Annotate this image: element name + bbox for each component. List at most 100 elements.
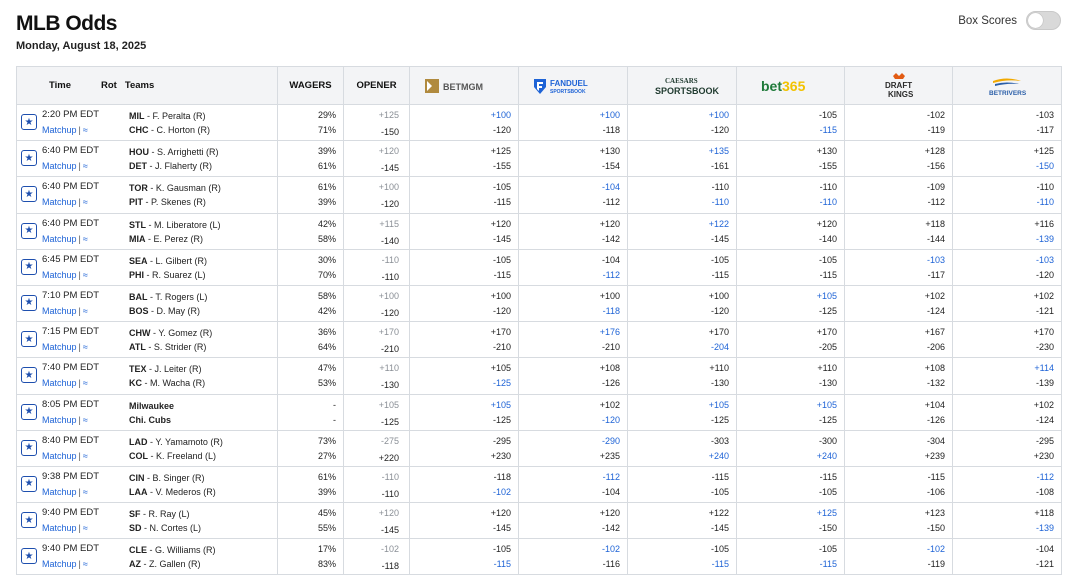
home-team[interactable]: Chi. Cubs — [129, 415, 171, 425]
matchup-link[interactable]: Matchup — [42, 342, 77, 352]
star-icon[interactable]: ★ — [21, 403, 37, 420]
odds-cell-bet365[interactable]: -105 -115 — [736, 538, 845, 576]
book-header-bet365[interactable]: bet365 — [736, 66, 845, 105]
matchup-link[interactable]: Matchup — [42, 234, 77, 244]
odds-cell-fanduel[interactable]: -102 -116 — [518, 538, 628, 576]
home-team[interactable]: DET - J. Flaherty (R) — [129, 161, 212, 171]
star-icon[interactable]: ★ — [21, 475, 37, 492]
odds-cell-draftkings[interactable]: +104 -126 — [844, 393, 953, 431]
matchup-link[interactable]: Matchup — [42, 523, 77, 533]
odds-cell-fanduel[interactable]: +100 -118 — [518, 284, 628, 323]
home-team[interactable]: PHI - R. Suarez (L) — [129, 270, 206, 280]
line-movement-icon[interactable]: ≈ — [83, 487, 88, 497]
away-team[interactable]: CLE - G. Williams (R) — [129, 545, 216, 555]
odds-cell-betrivers[interactable]: +116 -139 — [952, 212, 1062, 250]
matchup-link[interactable]: Matchup — [42, 161, 77, 171]
odds-cell-draftkings[interactable]: +167 -206 — [844, 321, 953, 359]
odds-cell-caesars[interactable]: +170 -204 — [627, 321, 737, 359]
odds-cell-betrivers[interactable]: +114 -139 — [952, 357, 1062, 395]
odds-cell-bet365[interactable]: +120 -140 — [736, 212, 845, 250]
odds-cell-draftkings[interactable]: +118 -144 — [844, 212, 953, 250]
matchup-link[interactable]: Matchup — [42, 270, 77, 280]
line-movement-icon[interactable]: ≈ — [83, 125, 88, 135]
home-team[interactable]: MIA - E. Perez (R) — [129, 234, 203, 244]
star-icon[interactable]: ★ — [21, 222, 37, 239]
odds-cell-caesars[interactable]: -110 -110 — [627, 176, 737, 214]
star-icon[interactable]: ★ — [21, 294, 37, 311]
odds-cell-betrivers[interactable]: +102 -121 — [952, 284, 1062, 323]
odds-cell-fanduel[interactable]: +108 -126 — [518, 357, 628, 395]
book-header-betmgm[interactable]: BETMGM — [409, 66, 519, 105]
odds-cell-betrivers[interactable]: +125 -150 — [952, 140, 1062, 178]
odds-cell-betmgm[interactable]: -105 -115 — [409, 248, 519, 286]
odds-cell-betrivers[interactable]: -104 -121 — [952, 538, 1062, 576]
odds-cell-betrivers[interactable]: +118 -139 — [952, 502, 1062, 540]
line-movement-icon[interactable]: ≈ — [83, 378, 88, 388]
header-wagers[interactable]: WAGERS — [277, 66, 344, 105]
away-team[interactable]: CIN - B. Singer (R) — [129, 473, 205, 483]
away-team[interactable]: BAL - T. Rogers (L) — [129, 292, 207, 302]
home-team[interactable]: BOS - D. May (R) — [129, 306, 200, 316]
line-movement-icon[interactable]: ≈ — [83, 234, 88, 244]
star-icon[interactable]: ★ — [21, 150, 37, 167]
odds-cell-caesars[interactable]: +122 -145 — [627, 212, 737, 250]
header-opener[interactable]: OPENER — [343, 66, 410, 105]
odds-cell-bet365[interactable]: +110 -130 — [736, 357, 845, 395]
odds-cell-betmgm[interactable]: +105 -125 — [409, 393, 519, 431]
odds-cell-caesars[interactable]: +105 -125 — [627, 393, 737, 431]
book-header-draftkings[interactable]: DRAFT KINGS — [844, 66, 953, 105]
odds-cell-draftkings[interactable]: +108 -132 — [844, 357, 953, 395]
odds-cell-bet365[interactable]: -110 -110 — [736, 176, 845, 214]
odds-cell-draftkings[interactable]: +102 -124 — [844, 284, 953, 323]
line-movement-icon[interactable]: ≈ — [83, 342, 88, 352]
odds-cell-betrivers[interactable]: +102 -124 — [952, 393, 1062, 431]
odds-cell-caesars[interactable]: -105 -115 — [627, 538, 737, 576]
odds-cell-betmgm[interactable]: +120 -145 — [409, 502, 519, 540]
header-teams[interactable]: Teams — [125, 80, 154, 91]
odds-cell-betmgm[interactable]: -118 -102 — [409, 465, 519, 504]
odds-cell-draftkings[interactable]: -304 +239 — [844, 429, 953, 467]
odds-cell-bet365[interactable]: +105 -125 — [736, 284, 845, 323]
star-icon[interactable]: ★ — [21, 114, 37, 130]
star-icon[interactable]: ★ — [21, 258, 37, 275]
odds-cell-betrivers[interactable]: +170 -230 — [952, 321, 1062, 359]
odds-cell-betmgm[interactable]: +105 -125 — [409, 357, 519, 395]
odds-cell-betrivers[interactable]: -110 -110 — [952, 176, 1062, 214]
odds-cell-fanduel[interactable]: -290 +235 — [518, 429, 628, 467]
odds-cell-betrivers[interactable]: -295 +230 — [952, 429, 1062, 467]
odds-cell-fanduel[interactable]: +100 -118 — [518, 103, 628, 142]
home-team[interactable]: LAA - V. Mederos (R) — [129, 487, 216, 497]
matchup-link[interactable]: Matchup — [42, 559, 77, 569]
odds-cell-fanduel[interactable]: +102 -120 — [518, 393, 628, 431]
odds-cell-bet365[interactable]: -115 -105 — [736, 465, 845, 504]
line-movement-icon[interactable]: ≈ — [83, 451, 88, 461]
away-team[interactable]: CHW - Y. Gomez (R) — [129, 328, 212, 338]
odds-cell-caesars[interactable]: +110 -130 — [627, 357, 737, 395]
odds-cell-caesars[interactable]: -115 -105 — [627, 465, 737, 504]
home-team[interactable]: ATL - S. Strider (R) — [129, 342, 206, 352]
odds-cell-betmgm[interactable]: +170 -210 — [409, 321, 519, 359]
odds-cell-caesars[interactable]: -303 +240 — [627, 429, 737, 467]
odds-cell-fanduel[interactable]: +120 -142 — [518, 502, 628, 540]
home-team[interactable]: SD - N. Cortes (L) — [129, 523, 201, 533]
away-team[interactable]: TOR - K. Gausman (R) — [129, 183, 221, 193]
odds-cell-bet365[interactable]: -300 +240 — [736, 429, 845, 467]
odds-cell-caesars[interactable]: +135 -161 — [627, 140, 737, 178]
odds-cell-bet365[interactable]: -105 -115 — [736, 103, 845, 142]
odds-cell-caesars[interactable]: +122 -145 — [627, 502, 737, 540]
header-time[interactable]: Time — [49, 80, 71, 91]
odds-cell-bet365[interactable]: -105 -115 — [736, 248, 845, 286]
matchup-link[interactable]: Matchup — [42, 487, 77, 497]
odds-cell-betmgm[interactable]: +100 -120 — [409, 103, 519, 142]
matchup-link[interactable]: Matchup — [42, 125, 77, 135]
line-movement-icon[interactable]: ≈ — [83, 197, 88, 207]
away-team[interactable]: SF - R. Ray (L) — [129, 509, 190, 519]
odds-cell-draftkings[interactable]: -115 -106 — [844, 465, 953, 504]
away-team[interactable]: Milwaukee — [129, 401, 174, 411]
away-team[interactable]: STL - M. Liberatore (L) — [129, 220, 221, 230]
odds-cell-draftkings[interactable]: -102 -119 — [844, 103, 953, 142]
odds-cell-fanduel[interactable]: +120 -142 — [518, 212, 628, 250]
star-icon[interactable]: ★ — [21, 186, 37, 203]
line-movement-icon[interactable]: ≈ — [83, 306, 88, 316]
odds-cell-betmgm[interactable]: -295 +230 — [409, 429, 519, 467]
